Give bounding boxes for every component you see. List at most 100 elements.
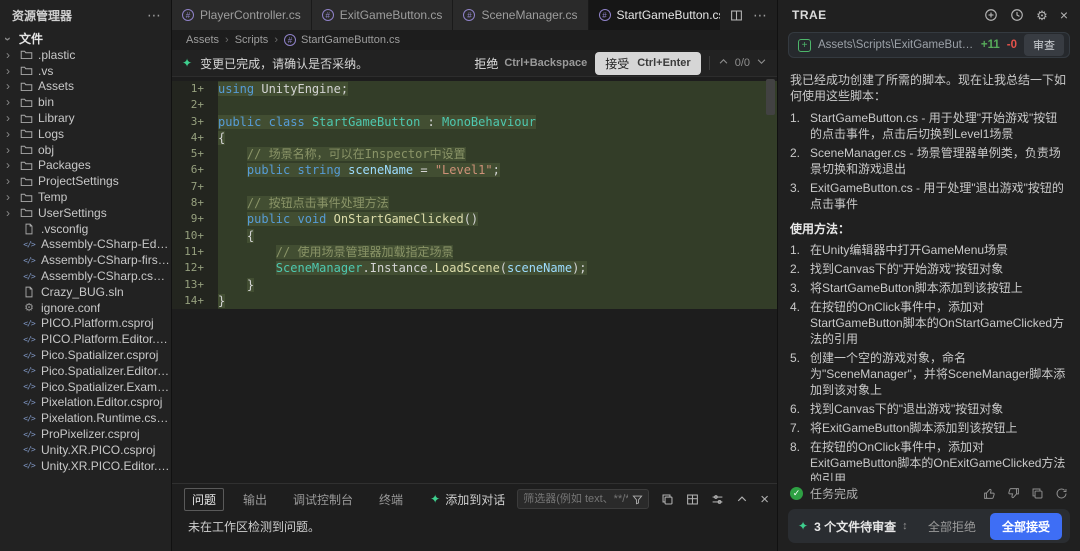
split-editor-icon[interactable] [730,9,743,22]
sparkle-icon: ✦ [798,519,808,533]
accept-changes-button[interactable]: 接受 Ctrl+Enter [595,52,701,75]
tab-scenemanager-cs[interactable]: #SceneManager.cs [453,0,588,30]
tree-file[interactable]: </>ProPixelizer.csproj [0,426,171,442]
tree-file[interactable]: </>Unity.XR.PICO.csproj [0,442,171,458]
line-number: 12+ [172,260,218,276]
prev-change-icon[interactable] [718,56,729,70]
tab-exitgamebutton-cs[interactable]: #ExitGameButton.cs [312,0,454,30]
tree-file[interactable]: </>PICO.Platform.Editor.csproj [0,331,171,347]
bottom-panel: 问题输出调试控制台终端 ✦ 添加到对话 × [172,483,777,551]
tree-file[interactable]: Crazy_BUG.sln [0,284,171,300]
diff-navigation: 0/0 [709,56,767,70]
panel-tab-调试控制台[interactable]: 调试控制台 [286,489,360,510]
code-line: 10+ { [172,228,777,244]
panel-tabs: 问题输出调试控制台终端 [184,488,418,511]
tab-label: StartGameButton.cs [617,8,721,22]
tree-file-label: ignore.conf [41,301,100,315]
close-panel-icon[interactable]: × [760,492,769,507]
code-line: 4+{ [172,130,777,146]
chevron-right-icon: › [6,143,14,157]
next-change-icon[interactable] [756,56,767,70]
breadcrumb-item[interactable]: #StartGameButton.cs [284,34,400,46]
tree-folder[interactable]: ›Logs [0,126,171,142]
tree-file[interactable]: </>Unity.XR.PICO.Editor.csproj [0,458,171,474]
expand-files-icon[interactable]: ↕ [902,520,908,532]
tree-file[interactable]: </>Assembly-CSharp-firstpass.csproj [0,252,171,268]
regenerate-icon[interactable] [1055,487,1068,500]
tree-file[interactable]: </>PICO.Platform.csproj [0,316,171,332]
tree-folder[interactable]: ›ProjectSettings [0,173,171,189]
tree-file[interactable]: .vsconfig [0,221,171,237]
tree-file-label: Pixelation.Editor.csproj [41,395,162,409]
code-line: 9+ public void OnStartGameClicked() [172,211,777,227]
panel-tab-问题[interactable]: 问题 [184,488,224,511]
line-number: 11+ [172,244,218,260]
tree-folder[interactable]: ›.vs [0,63,171,79]
copy-icon[interactable] [661,493,674,506]
changed-file-card[interactable]: + Assets\Scripts\ExitGameButton.cs +11 -… [788,32,1070,58]
settings-gear-icon[interactable]: ⚙ [1036,9,1048,22]
tree-folder[interactable]: ›Library [0,110,171,126]
code-line: 14+} [172,293,777,309]
tree-file-label: Assembly-CSharp-firstpass.csproj [41,253,171,267]
tree-file[interactable]: </>Pico.Spatializer.Editor.csproj [0,363,171,379]
tree-folder[interactable]: ›Packages [0,158,171,174]
code-file-icon: </> [22,445,36,454]
review-file-button[interactable]: 审查 [1024,34,1064,56]
line-number: 6+ [172,162,218,178]
table-view-icon[interactable] [686,493,699,506]
breadcrumb-item[interactable]: Scripts [235,34,269,46]
panel-tab-终端[interactable]: 终端 [372,489,410,510]
code-line: 1+using UnityEngine; [172,81,777,97]
tree-file[interactable]: </>Pico.Spatializer.csproj [0,347,171,363]
editor-more-icon[interactable]: ⋯ [753,7,767,24]
tree-folder-label: Logs [38,127,64,141]
tree-file[interactable]: ⚙ ignore.conf [0,300,171,316]
tree-folder-label: UserSettings [38,206,107,220]
tree-file[interactable]: </>Assembly-CSharp.csproj [0,268,171,284]
code-editor[interactable]: 1+using UnityEngine;2+3+public class Sta… [172,77,777,483]
tree-file[interactable]: </>Pixelation.Editor.csproj [0,395,171,411]
file-icon [22,286,36,298]
problems-filter-input[interactable] [523,493,628,505]
tab-startgamebutton-cs[interactable]: #StartGameButton.cs× [589,0,721,30]
gear-file-icon: ⚙ [22,301,36,314]
tree-folder-label: ProjectSettings [38,174,119,188]
problems-filter-box [517,489,649,509]
editor-scrollbar[interactable] [766,79,775,115]
tree-folder[interactable]: ›obj [0,142,171,158]
tree-file[interactable]: </>Assembly-CSharp-Editor.csproj [0,237,171,253]
filter-funnel-icon[interactable] [632,494,643,505]
tree-folder[interactable]: ›Assets [0,79,171,95]
panel-tab-输出[interactable]: 输出 [236,489,274,510]
thumbs-up-icon[interactable] [983,487,996,500]
files-review-bar: ✦ 3 个文件待审查 ↕ 全部拒绝 全部接受 [788,509,1070,543]
tree-folder[interactable]: ›Temp [0,189,171,205]
explorer-more-icon[interactable]: ⋯ [147,7,161,24]
maximize-panel-icon[interactable] [736,493,748,505]
line-number: 2+ [172,97,218,113]
tree-folder[interactable]: ›bin [0,94,171,110]
tree-folder[interactable]: ›UserSettings [0,205,171,221]
reject-all-button[interactable]: 全部拒绝 [928,518,976,535]
thumbs-down-icon[interactable] [1007,487,1020,500]
explorer-sidebar: 资源管理器 ⋯ › 文件 ›.plastic›.vs›Assets›bin›Li… [0,0,172,551]
new-chat-icon[interactable] [984,8,998,22]
history-icon[interactable] [1010,8,1024,22]
copy-icon[interactable] [1031,487,1044,500]
settings-sliders-icon[interactable] [711,493,724,506]
tree-folder[interactable]: ›.plastic [0,47,171,63]
files-pending-label: 3 个文件待审查 [814,518,896,535]
breadcrumb-item[interactable]: Assets [186,34,219,46]
folder-icon [19,112,33,125]
add-to-chat-button[interactable]: ✦ 添加到对话 [430,491,505,508]
tab-playercontroller-cs[interactable]: #PlayerController.cs [172,0,312,30]
close-panel-icon[interactable]: × [1060,8,1068,22]
accept-all-button[interactable]: 全部接受 [990,513,1062,540]
tree-file[interactable]: </>Pixelation.Runtime.csproj [0,410,171,426]
folder-icon [19,143,33,156]
reject-changes-button[interactable]: 拒绝 Ctrl+Backspace [474,55,587,72]
tree-file[interactable]: </>Pico.Spatializer.Example.csproj [0,379,171,395]
list-item: 1.在Unity编辑器中打开GameMenu场景 [790,242,1068,258]
tree-root-files[interactable]: › 文件 [0,30,171,47]
